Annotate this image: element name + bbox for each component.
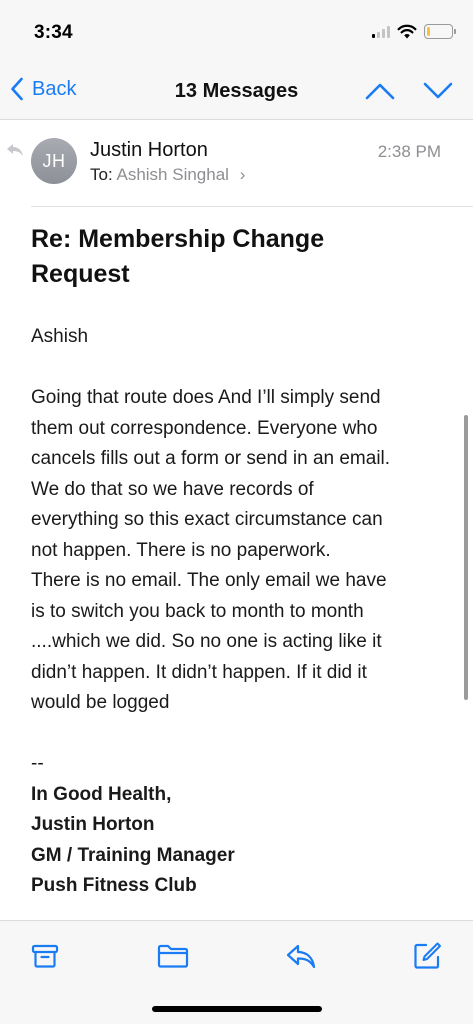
- back-button[interactable]: Back: [10, 77, 76, 101]
- scroll-indicator[interactable]: [464, 415, 468, 700]
- body-line: everything so this exact circumstance ca…: [31, 509, 383, 530]
- subject-line: Request: [31, 260, 130, 288]
- to-label: To:: [90, 165, 113, 184]
- chevron-left-icon: [11, 77, 23, 101]
- signature-line: In Good Health,: [31, 783, 172, 805]
- compose-icon: [414, 942, 441, 969]
- body-line: Going that route does And I’ll simply se…: [31, 387, 381, 408]
- body-line: There is no email. The only email we hav…: [31, 570, 387, 591]
- message-time: 2:38 PM: [377, 142, 441, 161]
- cellular-signal-icon: [372, 25, 390, 38]
- chevron-right-icon: ›: [239, 165, 246, 184]
- reply-icon: [286, 944, 316, 969]
- compose-button[interactable]: [410, 939, 444, 973]
- nav-bar: Back 13 Messages: [0, 62, 473, 120]
- battery-icon: [424, 24, 456, 39]
- header-divider: [31, 206, 473, 207]
- body-line: is to switch you back to month to month: [31, 600, 364, 622]
- archive-button[interactable]: [28, 939, 62, 973]
- battery-level: [427, 27, 431, 36]
- home-indicator[interactable]: [152, 1006, 322, 1012]
- recipient-name[interactable]: Ashish Singhal: [116, 165, 228, 184]
- status-icons: [372, 24, 456, 39]
- body-line: would be logged: [31, 692, 170, 713]
- signature-line: Justin Horton: [31, 814, 155, 835]
- body-line: them out correspondence. Everyone who: [31, 417, 378, 439]
- avatar-initials: JH: [42, 150, 66, 171]
- back-label: Back: [32, 77, 77, 100]
- archive-icon: [31, 944, 59, 968]
- message-body: Ashish Going that route does And I’ll si…: [31, 322, 451, 902]
- status-bar: 3:34: [0, 0, 473, 62]
- subject-line: Re: Membership Change: [31, 225, 325, 253]
- folder-icon: [157, 944, 189, 968]
- subject: Re: Membership Change Request: [31, 222, 431, 292]
- replied-indicator-icon: [7, 144, 23, 156]
- body-line: We do that so we have records of: [31, 478, 314, 500]
- signature-line: Push Fitness Club: [31, 875, 197, 896]
- avatar[interactable]: JH: [31, 138, 77, 184]
- body-line: not happen. There is no paperwork.: [31, 539, 331, 561]
- move-to-folder-button[interactable]: [156, 939, 190, 973]
- body-line: didn’t happen. It didn’t happen. If it d…: [31, 661, 367, 683]
- signature-separator: --: [31, 753, 44, 774]
- chevron-down-icon[interactable]: [423, 81, 453, 101]
- sender-name[interactable]: Justin Horton: [90, 139, 208, 162]
- greeting: Ashish: [31, 326, 89, 347]
- chevron-up-icon[interactable]: [365, 81, 395, 101]
- body-line: ....which we did. So no one is acting li…: [31, 631, 382, 652]
- reply-button[interactable]: [284, 939, 318, 973]
- message-navigation: [365, 81, 453, 101]
- body-line: cancels fills out a form or send in an e…: [31, 448, 391, 469]
- wifi-icon: [397, 24, 417, 39]
- signature-line: GM / Training Manager: [31, 844, 235, 866]
- status-time: 3:34: [34, 22, 73, 43]
- recipients-line[interactable]: To: Ashish Singhal ›: [90, 165, 245, 185]
